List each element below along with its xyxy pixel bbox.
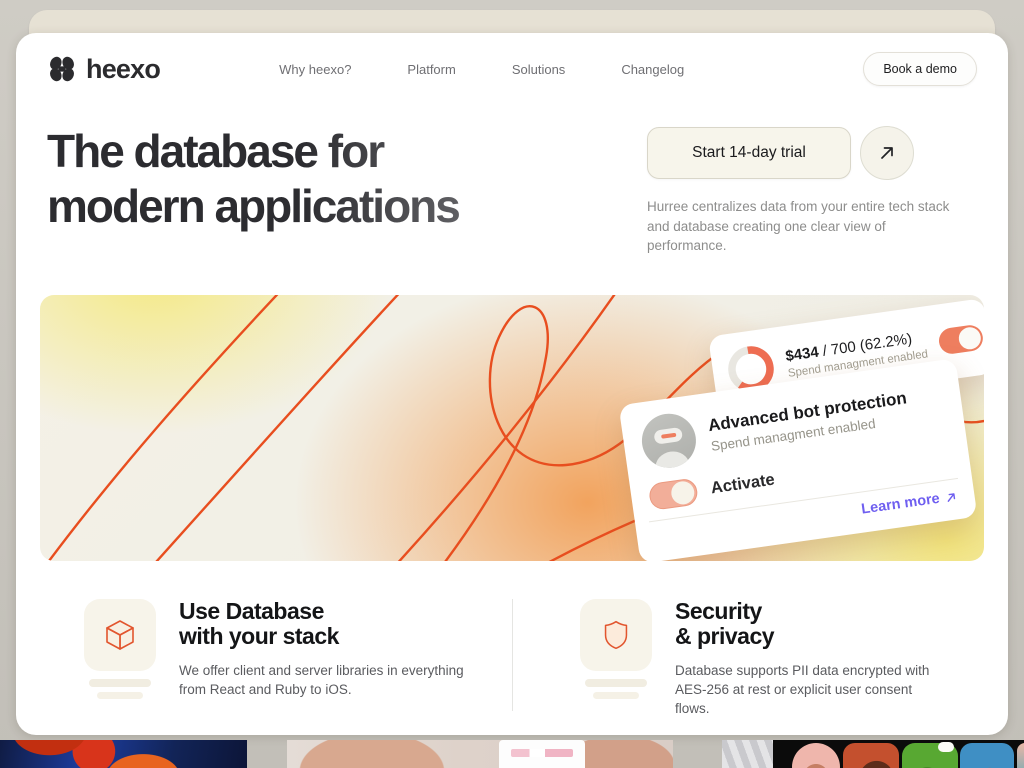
hero-banner: $434 / 700 (62.2%) Spend managment enabl… bbox=[40, 295, 984, 561]
spend-toggle[interactable] bbox=[938, 323, 984, 355]
page-title: The database for modern applications bbox=[47, 124, 647, 256]
page-title-line1: The database for bbox=[47, 125, 383, 177]
robot-avatar-icon bbox=[638, 410, 699, 471]
feature-title-line2: & privacy bbox=[675, 624, 940, 649]
feature-title-line2: with your stack bbox=[179, 624, 479, 649]
pedestal-bar bbox=[585, 679, 647, 687]
feature-title-line1: Use Database bbox=[179, 599, 479, 624]
hero-description-line1: Hurree centralizes data from your entire… bbox=[647, 197, 950, 217]
logo[interactable]: heexo bbox=[47, 54, 160, 85]
hero-description-line2: and database creating one clear view of … bbox=[647, 217, 950, 256]
cube-icon bbox=[100, 615, 140, 655]
shield-icon-tile bbox=[580, 599, 652, 671]
nav-item-changelog[interactable]: Changelog bbox=[621, 62, 684, 77]
page-title-line2: modern applications bbox=[47, 180, 459, 232]
trial-arrow-button[interactable] bbox=[860, 126, 914, 180]
features-section: Use Database with your stack We offer cl… bbox=[47, 599, 977, 718]
feature-title-line1: Security bbox=[675, 599, 940, 624]
feature-title: Use Database with your stack bbox=[179, 599, 479, 649]
phone-screen bbox=[499, 740, 585, 768]
shield-icon bbox=[597, 616, 635, 654]
activate-toggle[interactable] bbox=[648, 477, 699, 510]
avatar-tile bbox=[792, 743, 840, 768]
activate-toggle-knob bbox=[670, 479, 696, 505]
arrow-up-right-icon bbox=[945, 490, 957, 502]
pedestal-bar bbox=[593, 692, 639, 699]
main-page-card: heexo Why heexo? Platform Solutions Chan… bbox=[16, 33, 1008, 735]
nav-item-platform[interactable]: Platform bbox=[407, 62, 455, 77]
hero-cta-column: Start 14-day trial Hurree centralizes da… bbox=[647, 126, 950, 256]
pedestal-bar bbox=[89, 679, 151, 687]
photo-hands-holding-phone bbox=[287, 740, 673, 768]
spend-toggle-knob bbox=[958, 325, 983, 350]
arrow-up-right-icon bbox=[877, 143, 897, 163]
pedestal-bar bbox=[97, 692, 143, 699]
cube-icon-tile bbox=[84, 599, 156, 671]
main-nav: Why heexo? Platform Solutions Changelog bbox=[279, 62, 744, 77]
photo-avatar-tiles bbox=[773, 740, 1024, 768]
feature-security-privacy: Security & privacy Database supports PII… bbox=[512, 599, 940, 718]
avatar-tile bbox=[843, 743, 899, 768]
brand-name: heexo bbox=[86, 54, 160, 85]
hero-description: Hurree centralizes data from your entire… bbox=[647, 197, 950, 256]
avatar-tile bbox=[1017, 743, 1024, 768]
hero-section: The database for modern applications Sta… bbox=[47, 124, 977, 256]
spend-amount: $434 bbox=[784, 343, 819, 364]
photo-fabric-detail bbox=[722, 740, 773, 768]
feature-body: Database supports PII data encrypted wit… bbox=[675, 661, 940, 718]
book-demo-button[interactable]: Book a demo bbox=[863, 52, 977, 86]
photo-industrial-3d-render bbox=[0, 740, 247, 768]
activate-label: Activate bbox=[710, 470, 776, 498]
feature-database-stack: Use Database with your stack We offer cl… bbox=[84, 599, 512, 718]
avatar-tile bbox=[902, 743, 958, 768]
feature-body: We offer client and server libraries in … bbox=[179, 661, 479, 699]
avatar-tile bbox=[960, 743, 1014, 768]
header: heexo Why heexo? Platform Solutions Chan… bbox=[47, 47, 977, 91]
nav-item-why-heexo[interactable]: Why heexo? bbox=[279, 62, 351, 77]
footer-photo-strip bbox=[0, 740, 1024, 768]
start-trial-button[interactable]: Start 14-day trial bbox=[647, 127, 851, 179]
heexo-logo-icon bbox=[47, 55, 77, 83]
feature-title: Security & privacy bbox=[675, 599, 940, 649]
learn-more-link[interactable]: Learn more bbox=[860, 490, 940, 517]
nav-item-solutions[interactable]: Solutions bbox=[512, 62, 565, 77]
